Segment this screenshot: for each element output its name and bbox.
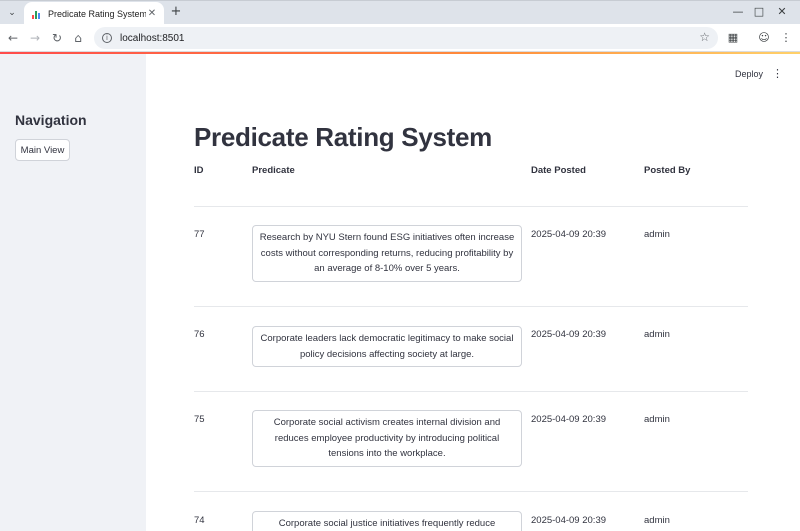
main-view-button[interactable]: Main View bbox=[15, 139, 70, 161]
row-date-posted: 2025-04-09 20:39 bbox=[531, 414, 607, 425]
home-icon[interactable]: ⌂ bbox=[70, 30, 86, 46]
row-divider bbox=[194, 491, 748, 492]
predicate-text: Research by NYU Stern found ESG initiati… bbox=[252, 225, 522, 282]
row-id: 77 bbox=[194, 229, 205, 240]
forward-arrow-icon[interactable]: → bbox=[27, 30, 43, 46]
row-date-posted: 2025-04-09 20:39 bbox=[531, 515, 607, 526]
url-text[interactable]: localhost:8501 bbox=[120, 33, 185, 44]
row-divider bbox=[194, 391, 748, 392]
app-menu-icon[interactable]: ⋮ bbox=[772, 67, 783, 80]
predicate-text: Corporate social justice initiatives fre… bbox=[252, 511, 522, 531]
predicate-text: Corporate social activism creates intern… bbox=[252, 410, 522, 467]
tab-close-icon[interactable]: ✕ bbox=[146, 8, 158, 19]
row-id: 74 bbox=[194, 515, 205, 526]
row-id: 75 bbox=[194, 414, 205, 425]
browser-toolbar: ← → ↻ ⌂ i localhost:8501 ☆ ▦ ☺ ⋮ bbox=[0, 24, 800, 52]
browser-menu-icon[interactable]: ⋮ bbox=[778, 30, 794, 46]
column-header-id: ID bbox=[194, 165, 204, 176]
streamlit-favicon-icon bbox=[32, 9, 42, 19]
row-date-posted: 2025-04-09 20:39 bbox=[531, 229, 607, 240]
extensions-puzzle-icon[interactable]: ▦ bbox=[725, 30, 741, 46]
browser-tab-strip: ⌄ Predicate Rating System ✕ + — □ ✕ bbox=[0, 0, 800, 25]
predicate-text: Corporate leaders lack democratic legiti… bbox=[252, 326, 522, 367]
tab-search-chevron-down-icon[interactable]: ⌄ bbox=[4, 5, 20, 21]
main-content: Deploy ⋮ Predicate Rating System ID Pred… bbox=[146, 54, 800, 531]
new-tab-plus-icon[interactable]: + bbox=[168, 4, 184, 20]
sidebar: Navigation Main View bbox=[0, 54, 146, 531]
row-posted-by: admin bbox=[644, 515, 670, 526]
row-posted-by: admin bbox=[644, 229, 670, 240]
column-header-posted-by: Posted By bbox=[644, 165, 691, 176]
row-divider bbox=[194, 206, 748, 207]
profile-avatar-icon[interactable]: ☺ bbox=[756, 30, 772, 46]
page-title: Predicate Rating System bbox=[194, 122, 492, 152]
maximize-icon[interactable]: □ bbox=[751, 4, 767, 20]
back-arrow-icon[interactable]: ← bbox=[5, 30, 21, 46]
tab-title: Predicate Rating System bbox=[48, 8, 146, 19]
bookmark-star-icon[interactable]: ☆ bbox=[699, 30, 710, 44]
browser-tab[interactable]: Predicate Rating System ✕ bbox=[24, 2, 164, 25]
column-header-predicate: Predicate bbox=[252, 165, 295, 176]
row-divider bbox=[194, 306, 748, 307]
minimize-icon[interactable]: — bbox=[730, 4, 746, 20]
sidebar-title: Navigation bbox=[15, 112, 87, 128]
column-header-date-posted: Date Posted bbox=[531, 165, 586, 176]
deploy-button[interactable]: Deploy bbox=[735, 69, 763, 79]
row-date-posted: 2025-04-09 20:39 bbox=[531, 329, 607, 340]
address-bar[interactable]: i localhost:8501 ☆ bbox=[94, 27, 718, 49]
row-posted-by: admin bbox=[644, 329, 670, 340]
row-posted-by: admin bbox=[644, 414, 670, 425]
row-id: 76 bbox=[194, 329, 205, 340]
site-info-icon[interactable]: i bbox=[102, 33, 112, 43]
reload-icon[interactable]: ↻ bbox=[49, 30, 65, 46]
window-close-icon[interactable]: ✕ bbox=[774, 4, 790, 20]
